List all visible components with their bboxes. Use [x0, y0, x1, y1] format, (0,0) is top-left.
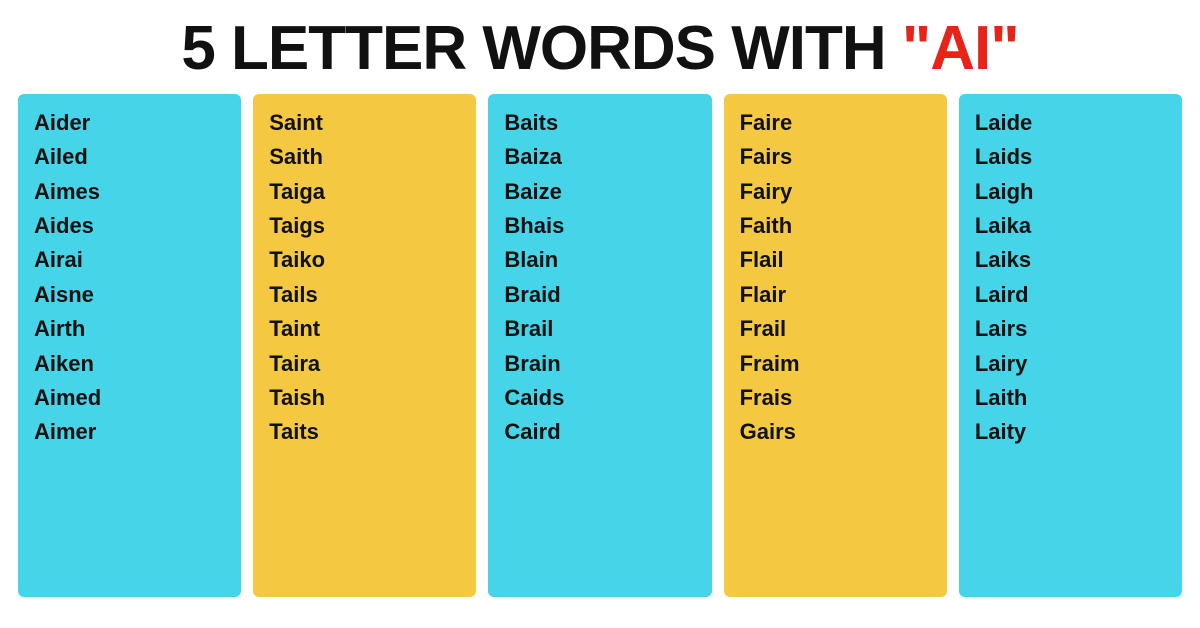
word-item: Aides	[34, 211, 225, 241]
header: 5 LETTER WORDS WITH "AI"	[0, 0, 1200, 94]
word-item: Laigh	[975, 177, 1166, 207]
word-item: Taiga	[269, 177, 460, 207]
word-item: Faith	[740, 211, 931, 241]
title-black-text: 5 LETTER WORDS WITH	[181, 14, 902, 83]
word-item: Fairy	[740, 177, 931, 207]
word-item: Taits	[269, 417, 460, 447]
word-item: Aisne	[34, 280, 225, 310]
columns-container: Aider Ailed Aimes Aides Airai Aisne Airth Aiken…	[0, 94, 1200, 607]
word-item: Taira	[269, 349, 460, 379]
word-item: Laity	[975, 417, 1166, 447]
word-item: Bhais	[504, 211, 695, 241]
word-item: Aimer	[34, 417, 225, 447]
word-item: Frail	[740, 314, 931, 344]
word-item: Baiza	[504, 142, 695, 172]
word-item: Ailed	[34, 142, 225, 172]
word-item: Aiken	[34, 349, 225, 379]
word-item: Caird	[504, 417, 695, 447]
word-item: Aimes	[34, 177, 225, 207]
word-item: Taint	[269, 314, 460, 344]
word-item: Saint	[269, 108, 460, 138]
word-item: Fraim	[740, 349, 931, 379]
word-item: Laith	[975, 383, 1166, 413]
word-item: Flair	[740, 280, 931, 310]
word-item: Airth	[34, 314, 225, 344]
page-title: 5 LETTER WORDS WITH "AI"	[20, 18, 1180, 80]
word-item: Taish	[269, 383, 460, 413]
word-item: Laide	[975, 108, 1166, 138]
word-item: Baits	[504, 108, 695, 138]
column-col4: Faire Fairs Fairy Faith Flail Flair Frail Fraim…	[724, 94, 947, 597]
word-item: Lairy	[975, 349, 1166, 379]
column-col3: Baits Baiza Baize Bhais Blain Braid Brail Brain…	[488, 94, 711, 597]
page-container: 5 LETTER WORDS WITH "AI" Aider Ailed Aimes…	[0, 0, 1200, 607]
word-item: Fairs	[740, 142, 931, 172]
word-item: Laids	[975, 142, 1166, 172]
word-item: Lairs	[975, 314, 1166, 344]
word-item: Aimed	[34, 383, 225, 413]
word-item: Taigs	[269, 211, 460, 241]
word-item: Gairs	[740, 417, 931, 447]
word-item: Braid	[504, 280, 695, 310]
word-item: Taiko	[269, 245, 460, 275]
word-item: Baize	[504, 177, 695, 207]
word-item: Brain	[504, 349, 695, 379]
word-item: Brail	[504, 314, 695, 344]
column-col2: Saint Saith Taiga Taigs Taiko Tails Taint Taira…	[253, 94, 476, 597]
word-item: Tails	[269, 280, 460, 310]
word-item: Faire	[740, 108, 931, 138]
word-item: Caids	[504, 383, 695, 413]
word-item: Laird	[975, 280, 1166, 310]
word-item: Airai	[34, 245, 225, 275]
word-item: Laiks	[975, 245, 1166, 275]
title-red-text: "AI"	[902, 14, 1019, 83]
word-item: Saith	[269, 142, 460, 172]
word-item: Laika	[975, 211, 1166, 241]
word-item: Frais	[740, 383, 931, 413]
word-item: Flail	[740, 245, 931, 275]
column-col1: Aider Ailed Aimes Aides Airai Aisne Airth Aiken…	[18, 94, 241, 597]
word-item: Blain	[504, 245, 695, 275]
column-col5: Laide Laids Laigh Laika Laiks Laird Lairs Lairy…	[959, 94, 1182, 597]
word-item: Aider	[34, 108, 225, 138]
